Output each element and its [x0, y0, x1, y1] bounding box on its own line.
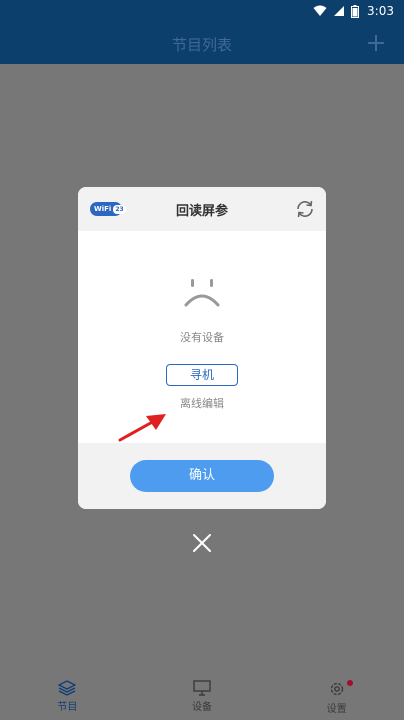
nav-label-settings: 设置: [326, 704, 347, 715]
dialog-title: 回读屏参: [175, 204, 228, 219]
battery-icon: [351, 4, 360, 18]
dialog-footer: 确认: [78, 443, 326, 509]
app-bar: 节目列表: [0, 24, 404, 64]
nav-item-settings[interactable]: 设置: [269, 672, 404, 720]
search-device-button[interactable]: 寻机: [166, 364, 238, 386]
nav-label-devices: 设备: [192, 702, 212, 713]
offline-edit-link[interactable]: 离线编辑: [78, 395, 326, 411]
nav-item-devices[interactable]: 设备: [135, 672, 270, 720]
dialog-header: WiFi 23 回读屏参: [78, 187, 326, 231]
close-dialog-button[interactable]: [190, 531, 214, 555]
bottom-nav: 节目 设备 设置: [0, 672, 404, 720]
red-arrow-annotation: [118, 414, 166, 442]
close-icon: [193, 534, 211, 552]
monitor-icon: [193, 680, 211, 696]
refresh-icon: [297, 200, 313, 218]
status-icons: 3:03: [313, 4, 394, 18]
wifi-icon: [313, 5, 327, 16]
page-title: 节目列表: [171, 36, 232, 54]
layers-icon: [58, 680, 77, 696]
refresh-button[interactable]: [294, 198, 316, 220]
readback-dialog: WiFi 23 回读屏参 没有设备 寻机 离线编辑 确认: [78, 187, 326, 509]
plus-icon: [368, 35, 384, 51]
status-time: 3:03: [367, 4, 394, 18]
confirm-button[interactable]: 确认: [130, 460, 274, 492]
nav-item-programs[interactable]: 节目: [0, 672, 135, 720]
add-button[interactable]: [362, 29, 390, 57]
nav-label-programs: 节目: [57, 702, 78, 713]
gear-icon: [330, 682, 343, 696]
empty-message: 没有设备: [180, 331, 224, 344]
status-bar: 3:03: [0, 0, 404, 24]
sad-face-icon: [184, 279, 220, 307]
notification-dot: [347, 680, 354, 686]
signal-icon: [334, 6, 345, 16]
